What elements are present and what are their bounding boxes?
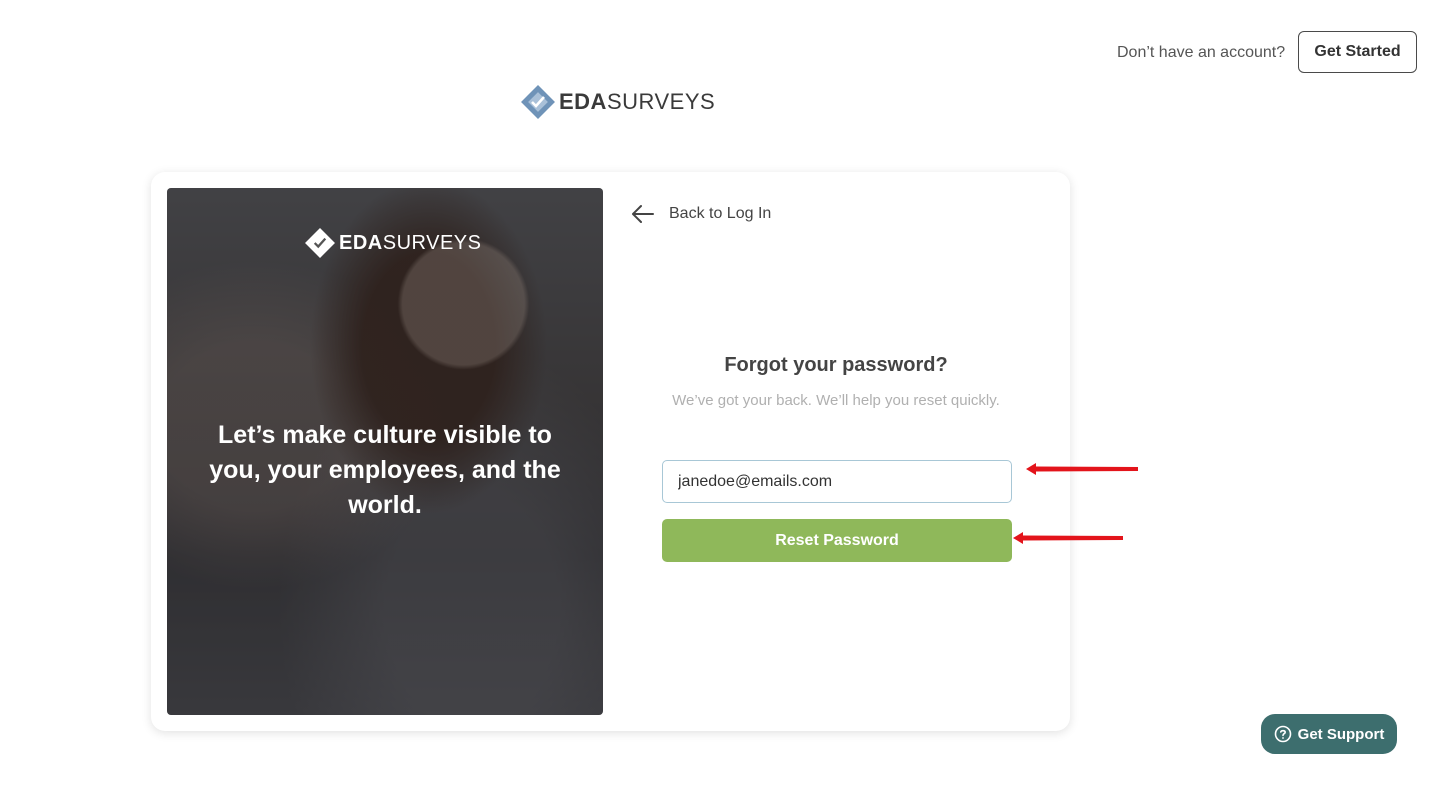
hero-logo-text-bold: EDA (339, 231, 383, 254)
logo-diamond-icon (305, 228, 335, 258)
email-field[interactable] (662, 460, 1012, 503)
logo-diamond-icon (521, 85, 555, 119)
logo-text: EDASURVEYS (559, 89, 715, 115)
hero-logo-text-regular: SURVEYS (382, 231, 482, 254)
back-to-login-link[interactable]: Back to Log In (631, 204, 771, 224)
hero-logo-text: EDASURVEYS (339, 232, 481, 255)
back-to-login-label: Back to Log In (669, 205, 772, 222)
get-started-button[interactable]: Get Started (1298, 31, 1417, 73)
account-prompt: Don’t have an account? (1117, 44, 1286, 61)
help-circle-icon (1274, 725, 1291, 743)
get-support-button[interactable]: Get Support (1261, 714, 1397, 754)
form-title: Forgot your password? (724, 354, 948, 376)
hero-logo: EDASURVEYS (305, 228, 481, 258)
logo-text-regular: SURVEYS (606, 89, 716, 114)
back-arrow-icon (632, 205, 654, 223)
get-support-label: Get Support (1297, 725, 1385, 743)
reset-card: EDASURVEYS Let’s make culture visible to… (151, 172, 1070, 731)
logo-text-bold: EDA (559, 89, 607, 114)
annotation-arrow-icon (1013, 532, 1123, 544)
reset-password-button[interactable]: Reset Password (662, 519, 1012, 562)
header-logo[interactable]: EDASURVEYS (521, 85, 715, 119)
annotation-arrow-icon (1026, 463, 1138, 475)
page: Don’t have an account? Get Started EDASU… (0, 0, 1442, 796)
hero-image-panel: EDASURVEYS Let’s make culture visible to… (167, 188, 603, 715)
hero-tagline: Let’s make culture visible to you, your … (209, 421, 561, 519)
form-subtitle: We’ve got your back. We’ll help you rese… (672, 392, 1000, 409)
